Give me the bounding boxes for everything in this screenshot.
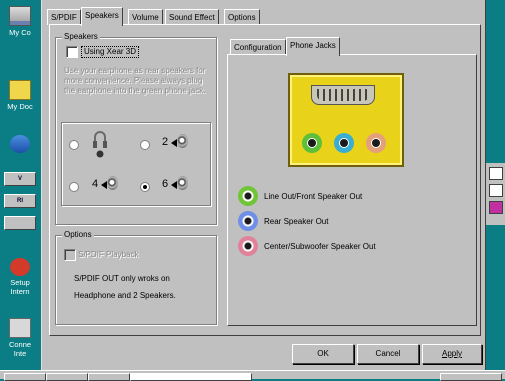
cancel-button[interactable]: Cancel — [357, 344, 419, 364]
speaker-icon — [177, 134, 188, 148]
xear-hint-text: Use your earphone as rear speakers for m… — [64, 66, 206, 95]
serial-port-pins — [317, 89, 369, 101]
speakers-group-title: Speakers — [62, 32, 100, 41]
msn-icon — [10, 258, 30, 276]
tab-volume[interactable]: Volume — [128, 9, 163, 25]
jack-legend-label: Center/Subwoofer Speaker Out — [264, 242, 376, 251]
spdif-note-text: S/PDIF OUT only wroks on Headphone and 2… — [74, 274, 176, 300]
window-control-icon[interactable] — [489, 167, 503, 180]
desktop-icon-my-documents[interactable]: My Doc — [2, 80, 38, 111]
tab-configuration[interactable]: Configuration — [230, 39, 286, 55]
speaker-mode-6-radio[interactable] — [140, 182, 150, 192]
pink-jack — [366, 133, 386, 153]
desktop-icon-setup-internet[interactable]: Setup Intern — [2, 258, 38, 296]
tab-speakers[interactable]: Speakers — [81, 7, 123, 26]
window-control-icon[interactable] — [489, 184, 503, 197]
taskbar-button[interactable] — [4, 373, 46, 381]
speaker-icon — [177, 176, 188, 190]
speakers-tab-panel: Speakers Using Xear 3D Use your earphone… — [49, 24, 481, 336]
folder-icon — [9, 80, 31, 100]
sound-properties-dialog: S/PDIF Speakers Volume Sound Effect Opti… — [41, 0, 486, 370]
computer-icon — [9, 6, 31, 26]
ok-button[interactable]: OK — [292, 344, 354, 364]
tab-phone-jacks[interactable]: Phone Jacks — [286, 37, 340, 56]
desktop-icon-label: My Doc — [7, 102, 33, 111]
pink-jack-icon — [238, 236, 258, 256]
blue-jack-icon — [238, 211, 258, 231]
speaker-mode-headphone-radio[interactable] — [69, 140, 79, 150]
tab-spdif[interactable]: S/PDIF — [47, 9, 81, 25]
speaker-mode-2-radio[interactable] — [140, 140, 150, 150]
green-jack — [302, 133, 322, 153]
using-xear-3d-label[interactable]: Using Xear 3D — [81, 46, 140, 58]
using-xear-3d-checkbox[interactable] — [66, 46, 78, 58]
system-tray — [440, 373, 502, 381]
tab-sound-effect[interactable]: Sound Effect — [165, 9, 219, 25]
connect-icon — [9, 318, 31, 338]
blue-jack — [334, 133, 354, 153]
tab-options[interactable]: Options — [224, 9, 260, 25]
phone-jacks-panel: Line Out/Front Speaker Out Rear Speaker … — [227, 54, 477, 326]
desktop-icon-my-computer[interactable]: My Co — [2, 6, 38, 37]
background-window-button[interactable]: RI — [4, 194, 36, 208]
serial-port-connector — [311, 85, 375, 105]
speaker-config-box: 2 4 6 — [61, 122, 211, 206]
window-control-icon[interactable] — [489, 201, 503, 214]
background-window-button[interactable]: V — [4, 172, 36, 186]
background-window-edge — [484, 163, 505, 225]
desktop-icon-connect-internet[interactable]: Conne Inte — [2, 318, 38, 358]
taskbar-button[interactable] — [46, 373, 88, 381]
headphone-icon — [93, 131, 107, 158]
speaker-mode-4-radio[interactable] — [69, 182, 79, 192]
jack-legend-label: Rear Speaker Out — [264, 217, 329, 226]
spdif-playback-label: S/PDIF Playback — [78, 250, 139, 259]
speaker-icon — [107, 176, 118, 190]
taskbar-button[interactable] — [130, 373, 252, 381]
desktop-icon-label: My Co — [9, 28, 31, 37]
apply-button[interactable]: Apply — [422, 344, 482, 364]
desktop-icon-label: Setup Intern — [10, 278, 30, 296]
options-group: Options S/PDIF Playback S/PDIF OUT only … — [55, 230, 217, 325]
spdif-playback-checkbox[interactable] — [64, 249, 76, 261]
speakers-group: Speakers Using Xear 3D Use your earphone… — [55, 32, 217, 225]
background-window-button[interactable] — [4, 216, 36, 230]
speaker-6-label: 6 — [162, 178, 169, 190]
speaker-2-label: 2 — [162, 136, 169, 148]
desktop-icon-network[interactable] — [2, 135, 38, 155]
desktop-icon-label: Conne Inte — [8, 340, 32, 358]
speaker-4-label: 4 — [92, 178, 99, 190]
jack-panel-image — [288, 73, 404, 167]
taskbar-button[interactable] — [88, 373, 130, 381]
options-group-title: Options — [62, 230, 94, 239]
jack-legend-label: Line Out/Front Speaker Out — [264, 192, 363, 201]
green-jack-icon — [238, 186, 258, 206]
network-icon — [10, 135, 30, 153]
